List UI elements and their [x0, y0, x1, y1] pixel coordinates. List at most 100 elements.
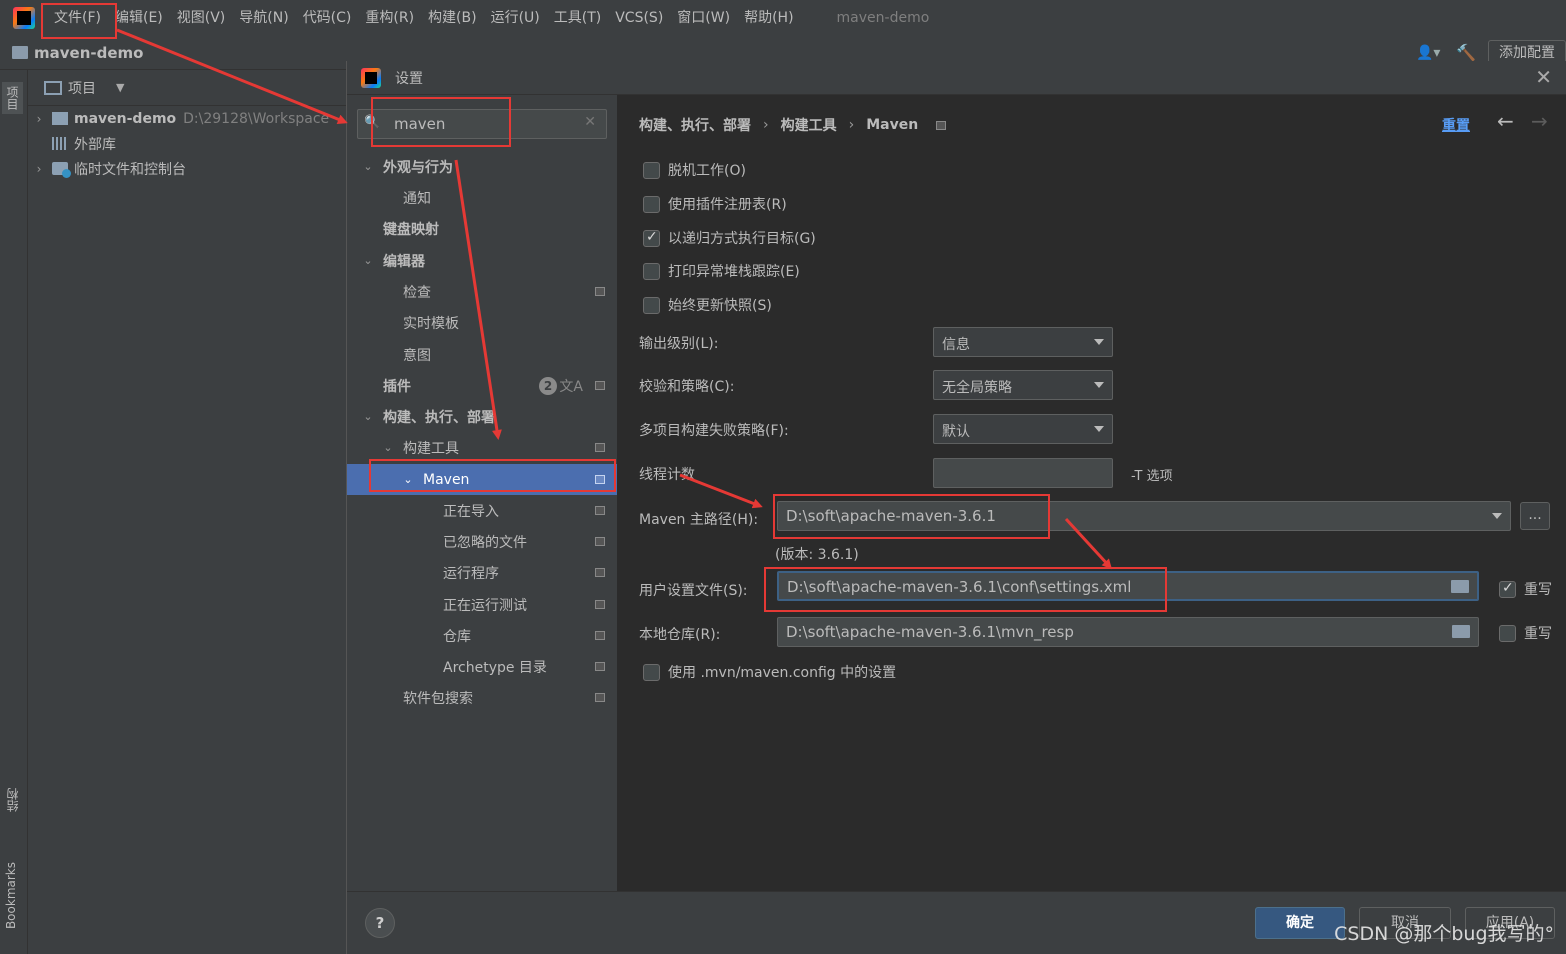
- menu-build[interactable]: 构建(B): [421, 0, 484, 36]
- tree-item-package-search[interactable]: 软件包搜索: [347, 682, 617, 713]
- checkbox[interactable]: [1499, 580, 1516, 598]
- chevron-right-icon[interactable]: ›: [32, 162, 46, 176]
- checkbox[interactable]: [643, 663, 660, 681]
- chevron-down-icon[interactable]: ⌄: [361, 254, 375, 267]
- close-icon[interactable]: ✕: [1535, 65, 1552, 89]
- settings-search-field[interactable]: 🔍 maven ✕: [357, 109, 607, 139]
- checksum-policy-combo[interactable]: 无全局策略: [933, 370, 1113, 400]
- tree-item-ignored-files[interactable]: 已忽略的文件: [347, 526, 617, 557]
- project-breadcrumb[interactable]: maven-demo: [34, 44, 143, 62]
- checkbox[interactable]: [643, 262, 660, 280]
- browse-maven-home-button[interactable]: ...: [1520, 502, 1550, 530]
- thread-count-label: 线程计数: [639, 467, 695, 483]
- menu-navigate[interactable]: 导航(N): [232, 0, 295, 36]
- menu-file[interactable]: 文件(F): [47, 0, 108, 36]
- local-repo-override[interactable]: 重写: [1499, 623, 1552, 643]
- user-settings-override[interactable]: 重写: [1499, 579, 1552, 599]
- print-stacktrace-checkbox[interactable]: 打印异常堆栈跟踪(E): [643, 259, 800, 283]
- update-snapshots-checkbox[interactable]: 始终更新快照(S): [643, 293, 772, 317]
- project-panel-title[interactable]: 项目: [68, 78, 96, 98]
- breadcrumb-item: 构建、执行、部署: [639, 118, 751, 134]
- dialog-title-bar: 设置 ✕: [347, 61, 1566, 95]
- chevron-down-icon[interactable]: ⌄: [361, 160, 375, 173]
- tree-item-inspections[interactable]: 检查: [347, 276, 617, 307]
- tree-item-keymap[interactable]: 键盘映射: [347, 213, 617, 244]
- tree-item-intentions[interactable]: 意图: [347, 339, 617, 370]
- forward-arrow-icon[interactable]: →: [1531, 109, 1548, 133]
- tool-tab-structure[interactable]: 结构: [4, 788, 21, 812]
- tree-label: maven-demo: [74, 110, 177, 127]
- reset-link[interactable]: 重置: [1442, 115, 1470, 135]
- folder-open-icon[interactable]: [1451, 580, 1469, 593]
- menu-help[interactable]: 帮助(H): [737, 0, 800, 36]
- thread-count-input[interactable]: [933, 458, 1113, 488]
- chevron-down-icon[interactable]: ▼: [116, 81, 124, 94]
- maven-settings-panel: 构建、执行、部署 › 构建工具 › Maven 重置 ← → 脱机工作(O) 使…: [617, 95, 1566, 891]
- dropdown-arrow-icon: [1094, 339, 1104, 345]
- project-level-icon: [595, 600, 605, 609]
- settings-tree: 🔍 maven ✕ ⌄ 外观与行为 通知 键盘映射 ⌄ 编辑器 检查 实时模板 意图…: [347, 95, 617, 891]
- menu-vcs[interactable]: VCS(S): [608, 0, 670, 36]
- mvn-config-checkbox[interactable]: 使用 .mvn/maven.config 中的设置: [643, 660, 896, 684]
- tree-item-plugins[interactable]: 插件 2 文A: [347, 370, 617, 401]
- checkbox[interactable]: [1499, 624, 1516, 642]
- tree-item-running-tests[interactable]: 正在运行测试: [347, 589, 617, 620]
- menu-run[interactable]: 运行(U): [484, 0, 547, 36]
- chevron-down-icon[interactable]: ⌄: [361, 410, 375, 423]
- tool-tab-project[interactable]: 项目: [2, 82, 23, 114]
- checkbox[interactable]: [643, 229, 660, 247]
- checkbox[interactable]: [643, 195, 660, 213]
- menu-refactor[interactable]: 重构(R): [358, 0, 421, 36]
- tree-item-notifications[interactable]: 通知: [347, 182, 617, 213]
- back-arrow-icon[interactable]: ←: [1497, 109, 1514, 133]
- tree-row-scratches[interactable]: › 临时文件和控制台: [28, 156, 346, 181]
- dropdown-arrow-icon[interactable]: [1492, 513, 1502, 519]
- menu-tools[interactable]: 工具(T): [547, 0, 608, 36]
- folder-open-icon[interactable]: [1452, 625, 1470, 638]
- tree-row-project-root[interactable]: › maven-demo D:\29128\Workspace: [28, 106, 346, 131]
- left-tool-strip: 项目 结构 Bookmarks: [0, 70, 28, 954]
- tree-item-live-templates[interactable]: 实时模板: [347, 307, 617, 338]
- local-repo-input[interactable]: D:\soft\apache-maven-3.6.1\mvn_resp: [777, 617, 1479, 647]
- folder-icon: [12, 46, 28, 59]
- work-offline-checkbox[interactable]: 脱机工作(O): [643, 158, 746, 182]
- update-count-badge: 2: [539, 376, 557, 395]
- checkbox[interactable]: [643, 161, 660, 179]
- chevron-right-icon[interactable]: ›: [32, 112, 46, 126]
- tree-item-build-execution[interactable]: ⌄ 构建、执行、部署: [347, 401, 617, 432]
- project-level-icon: [595, 631, 605, 640]
- tree-item-build-tools[interactable]: ⌄ 构建工具: [347, 432, 617, 463]
- chevron-down-icon[interactable]: ⌄: [401, 473, 415, 486]
- menu-edit[interactable]: 编辑(E): [108, 0, 170, 36]
- tree-item-repositories[interactable]: 仓库: [347, 620, 617, 651]
- project-panel-header: 项目 ▼: [28, 70, 346, 106]
- tree-item-importing[interactable]: 正在导入: [347, 495, 617, 526]
- ok-button[interactable]: 确定: [1255, 907, 1345, 939]
- fail-policy-combo[interactable]: 默认: [933, 414, 1113, 444]
- project-level-icon: [595, 568, 605, 577]
- window-title: maven-demo: [836, 10, 930, 26]
- help-button[interactable]: ?: [365, 908, 395, 938]
- user-settings-input[interactable]: D:\soft\apache-maven-3.6.1\conf\settings…: [777, 571, 1479, 601]
- intellij-logo-icon: [361, 67, 381, 88]
- tree-item-appearance[interactable]: ⌄ 外观与行为: [347, 151, 617, 182]
- chevron-down-icon[interactable]: ⌄: [381, 441, 395, 454]
- output-level-combo[interactable]: 信息: [933, 327, 1113, 357]
- clear-icon[interactable]: ✕: [584, 114, 596, 130]
- menu-view[interactable]: 视图(V): [170, 0, 233, 36]
- tool-tab-bookmarks[interactable]: Bookmarks: [4, 862, 18, 929]
- maven-home-input[interactable]: D:\soft\apache-maven-3.6.1: [777, 501, 1511, 531]
- tree-item-editor[interactable]: ⌄ 编辑器: [347, 245, 617, 276]
- tree-item-runner[interactable]: 运行程序: [347, 557, 617, 588]
- checkbox[interactable]: [643, 296, 660, 314]
- plugin-registry-checkbox[interactable]: 使用插件注册表(R): [643, 192, 787, 216]
- tree-item-maven[interactable]: ⌄ Maven: [347, 464, 617, 495]
- menu-code[interactable]: 代码(C): [296, 0, 359, 36]
- tree-item-archetype-catalogs[interactable]: Archetype 目录: [347, 651, 617, 682]
- combo-value: 无全局策略: [942, 380, 1012, 396]
- recursive-goals-checkbox[interactable]: 以递归方式执行目标(G): [643, 226, 816, 250]
- search-input[interactable]: maven: [394, 115, 445, 133]
- project-tool-window: 项目 ▼ › maven-demo D:\29128\Workspace 外部库…: [28, 70, 346, 954]
- menu-window[interactable]: 窗口(W): [670, 0, 737, 36]
- tree-row-external-libraries[interactable]: 外部库: [28, 131, 346, 156]
